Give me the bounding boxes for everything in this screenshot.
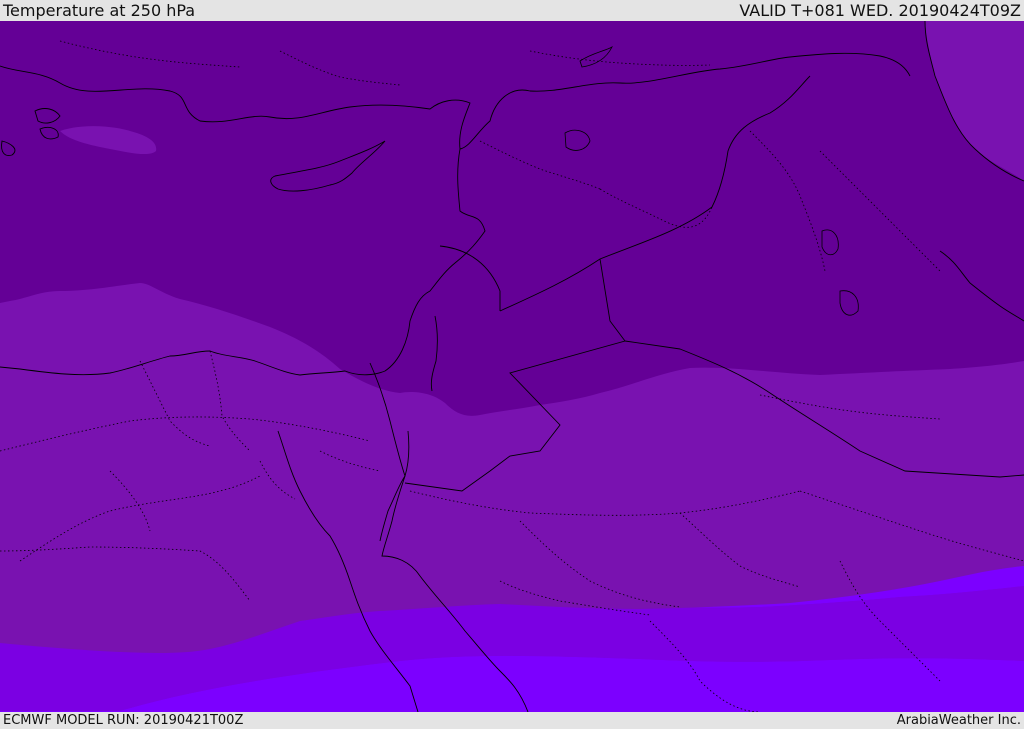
header-bar: Temperature at 250 hPa VALID T+081 WED. … bbox=[0, 0, 1024, 21]
map-title: Temperature at 250 hPa bbox=[3, 1, 196, 20]
model-run: ECMWF MODEL RUN: 20190421T00Z bbox=[3, 713, 244, 728]
temperature-map bbox=[0, 21, 1024, 712]
footer-bar: ECMWF MODEL RUN: 20190421T00Z ArabiaWeat… bbox=[0, 712, 1024, 729]
valid-time: VALID T+081 WED. 20190424T09Z bbox=[739, 1, 1021, 20]
credit: ArabiaWeather Inc. bbox=[896, 713, 1021, 728]
